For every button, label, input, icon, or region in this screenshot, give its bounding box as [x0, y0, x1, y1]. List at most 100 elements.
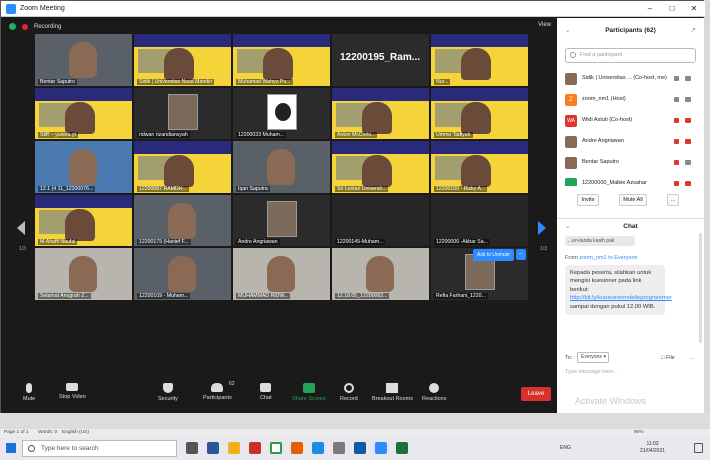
minimize-button[interactable]: – [639, 1, 661, 17]
reactions-button[interactable]: Reactions [422, 383, 446, 402]
excel-icon[interactable] [396, 442, 408, 454]
chrome-icon[interactable] [270, 442, 282, 454]
microphone-icon[interactable] [674, 118, 679, 123]
maximize-button[interactable]: □ [661, 1, 683, 17]
participants-button[interactable]: Participants 62 [203, 381, 235, 401]
previous-page-arrow-icon[interactable] [17, 221, 25, 235]
video-tile[interactable]: 12.1 (4 11_12200076... [35, 141, 132, 193]
edge-icon[interactable] [312, 442, 324, 454]
video-tile[interactable]: 12200109 - Muham... [134, 248, 231, 300]
store-icon[interactable] [333, 442, 345, 454]
video-tile[interactable]: 12200175 (Hanief F... [134, 194, 231, 246]
chevron-down-icon[interactable]: ⌄ [565, 219, 570, 235]
taskbar-search-input[interactable]: Type here to search [22, 440, 177, 457]
participants-count: 62 [229, 381, 235, 387]
keyboard-language[interactable]: ENG [560, 445, 571, 451]
video-tile[interactable]: Muhamad Wahyu Pu... [233, 34, 330, 86]
video-tile[interactable]: M.Ahaffi Naufal [35, 194, 132, 246]
participant-row[interactable]: Andre Angriawan [557, 131, 704, 152]
stop-video-button[interactable]: Stop Video [59, 383, 86, 400]
video-tile[interactable]: 12200087 RAMDH... [134, 141, 231, 193]
zoom-level[interactable]: 90% [634, 429, 644, 437]
participant-name-label: 12200100 - Rizky A... [434, 185, 488, 192]
video-tile[interactable]: Andre Angriawan [233, 194, 330, 246]
video-tile[interactable]: 12200145-Muham... [332, 194, 429, 246]
microphone-icon[interactable] [674, 160, 679, 165]
video-tile[interactable]: Anton McCorki... [332, 87, 429, 139]
sender-name[interactable]: zoom_nm1 [579, 255, 606, 261]
chat-button[interactable]: Chat [260, 383, 272, 401]
mail-icon[interactable] [354, 442, 366, 454]
tile-more-button[interactable]: ... [516, 249, 526, 260]
video-camera-icon[interactable] [685, 97, 691, 102]
video-tile[interactable]: ridwan rizandiansyah [134, 87, 231, 139]
video-tile[interactable]: 12200006 -Akbar Sa... [431, 194, 528, 246]
video-camera-icon[interactable] [685, 118, 691, 123]
video-tile[interactable]: 12200100 - Rizky A... [431, 141, 528, 193]
video-tile[interactable]: Selamat Anugrah Z... [35, 248, 132, 300]
participant-big-name: 12200195_Ram... [340, 52, 421, 63]
chat-more-button[interactable]: ... [689, 352, 694, 364]
participant-row[interactable]: Sidik | Universitas ... (Co-host, me) [557, 68, 704, 89]
microphone-icon[interactable] [674, 139, 679, 144]
zoom-app-icon[interactable] [375, 442, 387, 454]
pdf-reader-icon[interactable] [249, 442, 261, 454]
close-button[interactable]: ✕ [683, 1, 705, 17]
video-camera-icon[interactable] [685, 160, 691, 165]
chevron-down-icon[interactable]: ⌄ [565, 18, 570, 44]
participant-row[interactable]: Bentar Saputro [557, 152, 704, 173]
language[interactable]: English (US) [62, 429, 89, 437]
video-camera-icon[interactable] [685, 139, 691, 144]
popout-icon[interactable]: ↗ [691, 18, 696, 44]
file-explorer-icon[interactable] [228, 442, 240, 454]
view-button[interactable]: View [538, 22, 551, 28]
task-view-icon[interactable] [186, 442, 198, 454]
security-button[interactable]: Security [158, 383, 178, 402]
invite-button[interactable]: Invite [577, 194, 599, 206]
file-button[interactable]: □ File [661, 352, 675, 364]
windows-start-icon[interactable] [6, 443, 16, 453]
video-tile[interactable]: Stiff -- yusefa yt [35, 87, 132, 139]
clock[interactable]: 11:03 21/04/2021 [640, 441, 665, 455]
video-tile[interactable]: Bentar Saputro [35, 34, 132, 86]
participants-more-button[interactable]: ... [667, 194, 679, 206]
mute-button[interactable]: Mute [23, 383, 35, 402]
mute-all-button[interactable]: Mute All [619, 194, 647, 206]
word-icon[interactable] [207, 442, 219, 454]
participant-row[interactable]: Zzoom_nm1 (Host) [557, 89, 704, 110]
participant-name-label: Muhamad Wahyu Pu... [236, 78, 293, 85]
video-tile[interactable]: Sidik | Universitas Nusa Mandiri [134, 34, 231, 86]
ask-to-unmute-button[interactable]: Ask to Unmute [473, 249, 514, 261]
notification-icon[interactable] [694, 443, 703, 453]
video-tile[interactable]: MUHAMMAD RIDW... [233, 248, 330, 300]
chat-scrollbar[interactable] [699, 233, 702, 343]
microphone-icon[interactable] [674, 97, 679, 102]
video-tile[interactable]: Iqan Saputra [233, 141, 330, 193]
kuesioner-link[interactable]: http://bit.ly/kuesionermobileprogrammer [570, 295, 672, 301]
participant-row[interactable]: 12200000_Malkie Azsahar [557, 173, 704, 186]
participant-search-input[interactable]: Find a participant [565, 48, 696, 63]
share-screen-button[interactable]: Share Screen [292, 383, 326, 402]
video-tile[interactable]: Nur... [431, 34, 528, 86]
next-page-arrow-icon[interactable] [538, 221, 546, 235]
video-tile[interactable]: 12200033 Muham... [233, 87, 330, 139]
leave-button[interactable]: Leave [521, 387, 551, 401]
encryption-shield-icon[interactable] [9, 23, 16, 30]
participant-row[interactable]: WA Widi Astuti (Co-host) [557, 110, 704, 131]
webinar-banner [134, 34, 231, 47]
webinar-banner [233, 34, 330, 47]
firefox-icon[interactable] [291, 442, 303, 454]
microphone-icon[interactable] [674, 181, 679, 186]
breakout-rooms-button[interactable]: Breakout Rooms [372, 383, 413, 402]
recipient-select[interactable]: Everyone ▾ [577, 352, 609, 363]
video-tile[interactable]: 12200195_Ram... [332, 34, 429, 86]
video-tile[interactable]: Ummu Tadiyah [431, 87, 528, 139]
microphone-icon[interactable] [674, 76, 679, 81]
video-tile[interactable]: Sri Lestari Universit... [332, 141, 429, 193]
video-camera-icon[interactable] [685, 181, 691, 186]
chat-message-input[interactable]: Type message here... [565, 369, 618, 375]
video-camera-icon[interactable] [685, 76, 691, 81]
record-button[interactable]: Record [340, 383, 358, 402]
stop-video-label: Stop Video [59, 394, 86, 400]
video-tile[interactable]: 12.18.05_12200062... [332, 248, 429, 300]
